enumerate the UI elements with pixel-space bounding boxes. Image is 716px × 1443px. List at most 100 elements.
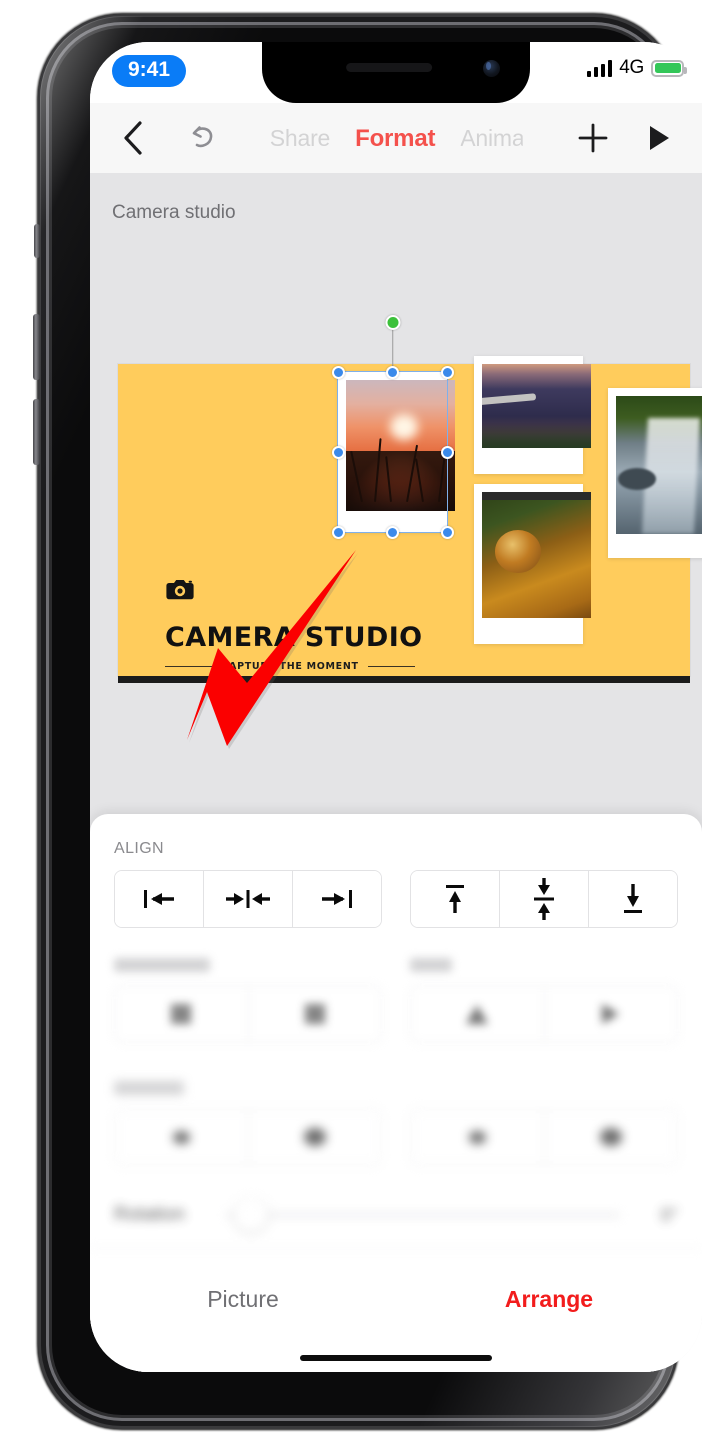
bring-forward-button[interactable] (411, 1109, 545, 1165)
tab-arrange[interactable]: Arrange (396, 1286, 702, 1313)
spider-macro-photo-image (482, 492, 591, 618)
align-section-label: ALIGN (114, 840, 165, 857)
volume-down-button[interactable] (33, 399, 40, 465)
cellular-signal-icon (586, 59, 613, 77)
status-bar-indicators: 4G (586, 57, 687, 79)
order-segment-right (410, 1108, 678, 1166)
undo-button[interactable] (182, 117, 224, 159)
distribute-vertical-icon (304, 1004, 325, 1024)
send-backward-button[interactable] (115, 1109, 249, 1165)
bring-forward-icon (468, 1130, 486, 1144)
plus-icon (578, 123, 608, 153)
send-to-back-icon (303, 1128, 326, 1146)
slide-subtitle: CAPTURE THE MOMENT (221, 661, 359, 672)
distribute-section-label (114, 958, 210, 972)
align-bottom-button[interactable] (589, 871, 677, 927)
distribute-flip-section (90, 958, 702, 1043)
tab-share[interactable]: Share (270, 125, 331, 152)
align-top-icon (446, 885, 464, 913)
waterfall-photo[interactable] (608, 388, 702, 558)
send-backward-icon (172, 1130, 190, 1144)
align-center-button[interactable] (204, 871, 293, 927)
align-left-button[interactable] (115, 871, 204, 927)
play-triangle-icon (650, 126, 669, 150)
subtitle-rule-left (165, 666, 213, 667)
format-arrange-panel: ALIGN Rotation 0° Picture Arrange (90, 814, 702, 1372)
rotation-slider-thumb[interactable] (234, 1198, 268, 1232)
phone-frame: 9:41 4G Share Format Anima Camera studio… (33, 14, 702, 1429)
tab-picture[interactable]: Picture (90, 1286, 396, 1313)
align-middle-button[interactable] (500, 871, 589, 927)
distribute-horizontally-button[interactable] (115, 986, 249, 1042)
rotation-slider[interactable] (226, 1198, 620, 1232)
order-section (90, 1081, 702, 1166)
flip-vertical-icon (466, 1004, 489, 1024)
align-right-icon (322, 890, 352, 908)
flip-horizontal-icon (602, 1004, 620, 1024)
front-camera-icon (483, 60, 500, 77)
silent-switch-button[interactable] (34, 224, 40, 258)
rotation-slider-track (226, 1213, 620, 1217)
distribute-horizontal-icon (171, 1004, 192, 1024)
rotate-handle-stem (391, 326, 394, 372)
subtitle-rule-right (367, 666, 416, 667)
sunset-branches-photo[interactable] (338, 372, 455, 532)
tab-animate[interactable]: Animat (460, 125, 522, 152)
app-toolbar: Share Format Animat (90, 103, 702, 174)
slide-canvas-area[interactable]: Camera studio CAMERA STUDIO CAPTURE THE … (90, 174, 702, 1372)
tab-format[interactable]: Format (355, 125, 435, 153)
sunset-branches-photo-image (346, 380, 455, 511)
toolbar-tabs: Share Format Animat (270, 103, 523, 174)
align-top-button[interactable] (411, 871, 500, 927)
back-button[interactable] (112, 117, 154, 159)
align-left-icon (144, 890, 174, 908)
rotation-value: 0° (660, 1204, 678, 1225)
flip-vertical-button[interactable] (411, 986, 545, 1042)
order-section-label (114, 1081, 184, 1095)
add-button[interactable] (572, 117, 614, 159)
align-buttons-row (90, 870, 702, 928)
slide-subtitle-row: CAPTURE THE MOMENT (165, 661, 416, 672)
slide-title: CAMERA STUDIO (165, 622, 423, 653)
volume-up-button[interactable] (33, 314, 40, 380)
align-center-horizontal-icon (226, 890, 270, 908)
rotation-label: Rotation (114, 1204, 185, 1225)
align-middle-vertical-icon (534, 878, 554, 920)
waterfall-photo-image (616, 396, 702, 534)
bring-to-front-button[interactable] (544, 1109, 677, 1165)
status-bar-clock: 9:41 (112, 55, 187, 87)
phone-screen: 9:41 4G Share Format Anima Camera studio… (90, 42, 702, 1372)
align-vertical-segment (410, 870, 678, 928)
camera-icon (166, 578, 194, 606)
bring-to-front-icon (599, 1128, 622, 1146)
flip-section-label (410, 958, 452, 972)
slide[interactable]: CAMERA STUDIO CAPTURE THE MOMENT (118, 315, 702, 683)
mountain-range-photo-image (482, 364, 591, 448)
align-section: ALIGN (90, 814, 702, 928)
spider-macro-photo[interactable] (474, 484, 591, 644)
battery-full-icon (651, 59, 687, 77)
distribute-flip-labels-row (90, 958, 702, 977)
distribute-flip-buttons-row (90, 985, 702, 1043)
slide-bottom-bar (118, 676, 690, 683)
home-indicator[interactable] (300, 1355, 492, 1361)
flip-segment (410, 985, 678, 1043)
align-bottom-icon (624, 884, 642, 913)
rotate-handle[interactable] (385, 315, 400, 330)
earpiece-speaker (346, 63, 433, 72)
order-label-row (90, 1081, 702, 1100)
flip-horizontal-button[interactable] (544, 986, 677, 1042)
undo-arrow-icon (192, 126, 213, 148)
mountain-range-photo[interactable] (474, 356, 591, 474)
network-type-label: 4G (619, 57, 644, 78)
order-segment-left (114, 1108, 382, 1166)
send-to-back-button[interactable] (248, 1109, 381, 1165)
play-presentation-button[interactable] (638, 117, 680, 159)
chevron-left-icon (124, 121, 142, 155)
distribute-vertically-button[interactable] (248, 986, 381, 1042)
align-right-button[interactable] (293, 871, 381, 927)
align-horizontal-segment (114, 870, 382, 928)
slide-name-label: Camera studio (112, 202, 236, 223)
rotation-section: Rotation 0° (90, 1198, 702, 1249)
display-notch (262, 42, 530, 103)
